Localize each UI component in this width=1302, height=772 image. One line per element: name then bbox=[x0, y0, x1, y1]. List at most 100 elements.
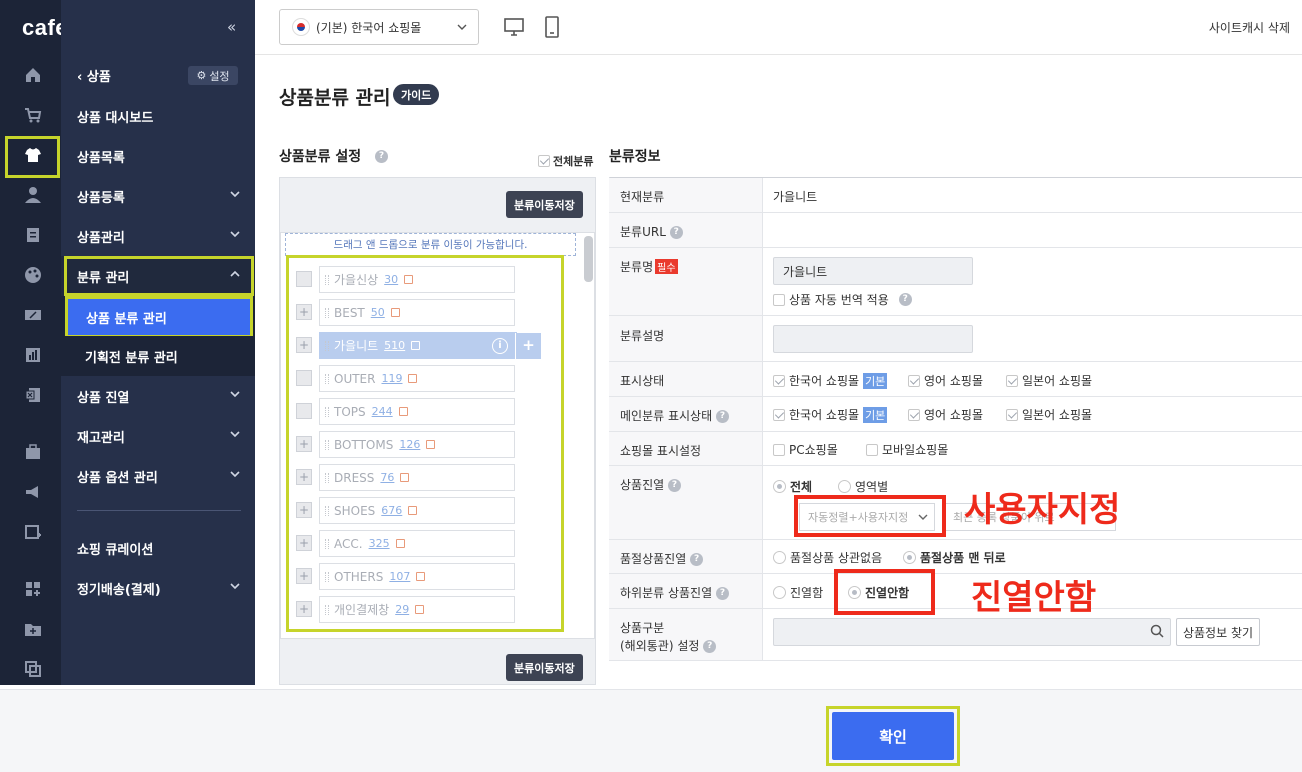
radio-label: 품절상품 상관없음 bbox=[790, 551, 883, 565]
sidebar-item-register[interactable]: 상품등록 bbox=[61, 176, 255, 216]
sidebar-item-stock[interactable]: 재고관리 bbox=[61, 416, 255, 456]
checkbox-label: 영어 쇼핑몰 bbox=[924, 408, 984, 422]
sidebar-item-subscription[interactable]: 정기배송(결제) bbox=[61, 568, 255, 608]
radio-label: 영역별 bbox=[855, 480, 889, 494]
sidebar-item-display[interactable]: 상품 진열 bbox=[61, 376, 255, 416]
help-icon[interactable]: ? bbox=[715, 410, 729, 423]
tree-section-title: 상품분류 설정 bbox=[279, 149, 362, 165]
row-label: 분류명 필수 bbox=[609, 248, 763, 315]
soldout-last-radio[interactable]: 품절상품 맨 뒤로 bbox=[903, 549, 1006, 566]
sidebar-item-label: 상품목록 bbox=[77, 150, 125, 166]
save-move-button-bottom[interactable]: 분류이동저장 bbox=[506, 654, 583, 681]
display-japanese-checkbox[interactable]: 일본어 쇼핑몰 bbox=[1006, 372, 1092, 389]
sub-display-yes-radio[interactable]: 진열함 bbox=[773, 584, 823, 601]
megaphone-icon[interactable] bbox=[24, 483, 42, 501]
required-badge: 필수 bbox=[655, 259, 678, 274]
collapse-sidebar-button[interactable]: « bbox=[227, 18, 236, 36]
checkbox-icon bbox=[866, 443, 878, 456]
main-korean-checkbox[interactable]: 한국어 쇼핑몰 기본 bbox=[773, 406, 888, 423]
annotation-box-custom-sort bbox=[794, 495, 946, 537]
checkbox-icon bbox=[1006, 408, 1018, 421]
display-korean-checkbox[interactable]: 한국어 쇼핑몰 기본 bbox=[773, 372, 888, 389]
sidebar-subitem-product-category[interactable]: 상품 분류 관리 bbox=[65, 296, 253, 338]
tree-highlight-box bbox=[286, 255, 564, 632]
site-cache-delete-link[interactable]: 사이트캐시 삭제 bbox=[1209, 19, 1290, 36]
pc-shop-checkbox[interactable]: PC쇼핑몰 bbox=[773, 441, 838, 458]
cart-icon[interactable] bbox=[24, 106, 42, 124]
sidebar-item-curation[interactable]: 쇼핑 큐레이션 bbox=[61, 528, 255, 568]
document-icon[interactable] bbox=[24, 226, 42, 244]
store-icon[interactable] bbox=[24, 443, 42, 461]
tree-scrollbar[interactable] bbox=[584, 236, 593, 282]
shop-select-dropdown[interactable]: (기본) 한국어 쇼핑몰 bbox=[279, 9, 479, 45]
all-category-label: 전체분류 bbox=[553, 155, 594, 168]
row-label-text: 메인분류 표시상태 bbox=[620, 409, 713, 423]
help-icon[interactable]: ? bbox=[375, 150, 388, 163]
chevron-down-icon bbox=[230, 231, 240, 238]
back-to-product-link[interactable]: ‹ 상품 bbox=[77, 66, 111, 85]
help-icon[interactable]: ? bbox=[715, 587, 729, 600]
chart-icon[interactable] bbox=[24, 346, 42, 364]
help-icon[interactable]: ? bbox=[703, 640, 717, 653]
sidebar-item-label: 상품 진열 bbox=[77, 390, 130, 406]
apps-plus-icon[interactable] bbox=[24, 580, 42, 598]
display-english-checkbox[interactable]: 영어 쇼핑몰 bbox=[908, 372, 983, 389]
main-japanese-checkbox[interactable]: 일본어 쇼핑몰 bbox=[1006, 406, 1092, 423]
excel-icon[interactable] bbox=[24, 386, 42, 404]
display-all-radio[interactable]: 전체 bbox=[773, 478, 812, 495]
guide-button[interactable]: 가이드 bbox=[393, 84, 440, 105]
sidebar-item-label: 쇼핑 큐레이션 bbox=[77, 542, 154, 558]
palette-icon[interactable] bbox=[24, 266, 42, 284]
find-product-info-button[interactable]: 상품정보 찾기 bbox=[1176, 618, 1260, 646]
mobile-shop-checkbox[interactable]: 모바일쇼핑몰 bbox=[866, 441, 948, 458]
help-icon[interactable]: ? bbox=[690, 553, 704, 566]
sidebar-item-dashboard[interactable]: 상품 대시보드 bbox=[61, 96, 255, 136]
home-icon[interactable] bbox=[24, 66, 42, 84]
display-by-area-radio[interactable]: 영역별 bbox=[838, 478, 888, 495]
folder-plus-icon[interactable] bbox=[24, 620, 42, 638]
mobile-icon[interactable] bbox=[543, 15, 561, 39]
category-name-input[interactable]: 가을니트 bbox=[773, 257, 973, 285]
row-label-text: 하위분류 상품진열 bbox=[620, 586, 713, 600]
row-label-text: 품절상품진열 bbox=[620, 552, 687, 566]
row-label: 품절상품진열 ? bbox=[609, 540, 763, 573]
soldout-irrelevant-radio[interactable]: 품절상품 상관없음 bbox=[773, 549, 882, 566]
help-icon[interactable]: ? bbox=[898, 293, 912, 306]
add-screen-icon[interactable] bbox=[24, 523, 42, 541]
checkbox-icon bbox=[908, 374, 920, 387]
checkbox-icon bbox=[773, 374, 785, 387]
sidebar-item-label: 상품등록 bbox=[77, 190, 125, 206]
base-tag: 기본 bbox=[863, 406, 888, 423]
person-icon[interactable] bbox=[24, 186, 42, 204]
gear-icon: ⚙ bbox=[196, 69, 207, 82]
auto-translate-checkbox[interactable]: 상품 자동 번역 적용? bbox=[773, 291, 912, 308]
copy-icon[interactable] bbox=[24, 660, 42, 678]
row-label: 현재분류 bbox=[609, 178, 763, 212]
row-label: 쇼핑몰 표시설정 bbox=[609, 432, 763, 465]
product-type-search-input[interactable] bbox=[773, 618, 1171, 646]
coupon-icon[interactable] bbox=[24, 306, 42, 324]
checkbox-icon bbox=[1006, 374, 1018, 387]
confirm-button[interactable]: 확인 bbox=[832, 712, 954, 760]
sidebar-item-product-list[interactable]: 상품목록 bbox=[61, 136, 255, 176]
category-desc-input[interactable] bbox=[773, 325, 973, 353]
row-label-text: (해외통관) 설정 bbox=[620, 639, 700, 653]
chevron-down-icon bbox=[230, 391, 240, 398]
tshirt-icon[interactable] bbox=[24, 146, 42, 164]
sidebar-item-label: 정기배송(결제) bbox=[77, 582, 161, 598]
sidebar-item-options[interactable]: 상품 옵션 관리 bbox=[61, 456, 255, 496]
desktop-icon[interactable] bbox=[503, 16, 525, 38]
all-category-checkbox[interactable]: 전체분류 bbox=[538, 153, 593, 169]
checkbox-label: 모바일쇼핑몰 bbox=[882, 443, 949, 457]
sidebar-subitem-plan-category[interactable]: 기획전 분류 관리 bbox=[61, 336, 255, 376]
help-icon[interactable]: ? bbox=[669, 226, 683, 239]
sidebar-item-manage[interactable]: 상품관리 bbox=[61, 216, 255, 256]
chevron-down-icon bbox=[457, 24, 467, 30]
main-english-checkbox[interactable]: 영어 쇼핑몰 bbox=[908, 406, 983, 423]
checkbox-icon bbox=[538, 155, 550, 167]
search-icon[interactable] bbox=[1150, 624, 1164, 638]
menu-settings-button[interactable]: ⚙ 설정 bbox=[188, 66, 238, 85]
chevron-down-icon bbox=[230, 191, 240, 198]
help-icon[interactable]: ? bbox=[668, 479, 681, 492]
save-move-button-top[interactable]: 분류이동저장 bbox=[506, 191, 583, 218]
